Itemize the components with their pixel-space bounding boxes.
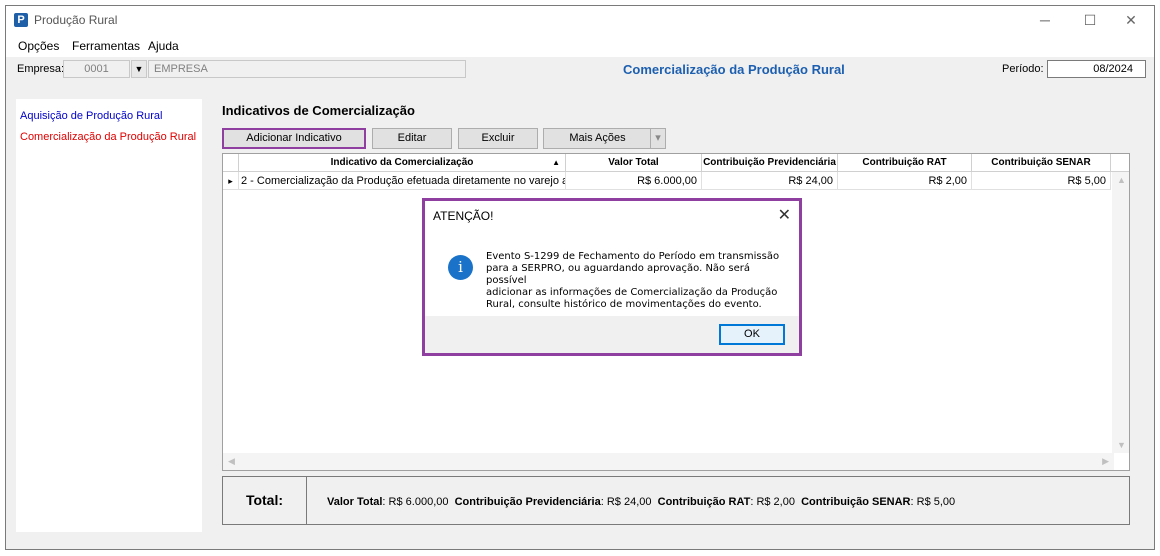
ok-button[interactable]: OK: [719, 324, 785, 345]
title-bar: P Produção Rural ─ ☐ ✕: [6, 6, 1154, 35]
column-indicativo-label: Indicativo da Comercialização: [330, 157, 474, 168]
scroll-down-icon[interactable]: ▼: [1117, 440, 1126, 450]
info-icon: i: [448, 255, 473, 280]
dialog-footer: OK: [425, 316, 799, 353]
chevron-down-icon[interactable]: ▼: [131, 60, 147, 78]
sidebar-item-aquisicao[interactable]: Aquisição de Produção Rural: [20, 110, 162, 122]
sidebar: Aquisição de Produção Rural Comercializa…: [16, 99, 202, 532]
maximize-button[interactable]: ☐: [1075, 10, 1105, 30]
column-contribuicao-rat[interactable]: Contribuição RAT: [838, 154, 972, 172]
cell-indicativo[interactable]: 2 - Comercialização da Produção efetuada…: [239, 172, 566, 190]
totals-rat-label: Contribuição RAT: [657, 496, 751, 508]
table-header: Indicativo da Comercialização ▲ Valor To…: [223, 154, 1129, 172]
cell-contribuicao-senar[interactable]: R$ 5,00: [972, 172, 1111, 190]
totals-panel: Total: Valor Total: R$ 6.000,00 Contribu…: [222, 476, 1130, 525]
dialog-message-line: adicionar as informações de Comercializa…: [486, 287, 778, 298]
page-title: Comercialização da Produção Rural: [623, 62, 845, 77]
sort-asc-icon: ▲: [552, 158, 560, 167]
dialog-message: Evento S-1299 de Fechamento do Período e…: [486, 251, 786, 311]
totals-prev-value: R$ 24,00: [606, 496, 652, 508]
scroll-up-icon[interactable]: ▲: [1117, 175, 1126, 185]
table-row[interactable]: ▸ 2 - Comercialização da Produção efetua…: [223, 172, 1129, 190]
cell-contribuicao-previdenciaria[interactable]: R$ 24,00: [702, 172, 838, 190]
row-marker-icon: ▸: [223, 172, 239, 190]
menu-bar: Opções Ferramentas Ajuda: [6, 35, 1154, 57]
periodo-field[interactable]: 08/2024: [1047, 60, 1146, 78]
totals-rat-value: R$ 2,00: [756, 496, 795, 508]
empresa-code-field[interactable]: 0001: [63, 60, 130, 78]
dialog-close-icon[interactable]: ✕: [778, 205, 791, 225]
window-title: Produção Rural: [34, 13, 118, 27]
close-button[interactable]: ✕: [1116, 10, 1146, 30]
empresa-name-field: EMPRESA: [148, 60, 466, 78]
attention-dialog: ATENÇÃO! ✕ i Evento S-1299 de Fechamento…: [422, 198, 802, 356]
cell-valor-total[interactable]: R$ 6.000,00: [566, 172, 702, 190]
sidebar-item-comercializacao[interactable]: Comercialização da Produção Rural: [20, 131, 196, 143]
vertical-scrollbar[interactable]: ▲ ▼: [1112, 172, 1129, 453]
more-actions-chevron-icon[interactable]: ▾: [650, 128, 666, 149]
menu-ferramentas[interactable]: Ferramentas: [72, 39, 140, 53]
column-indicativo[interactable]: Indicativo da Comercialização ▲: [239, 154, 566, 172]
add-indicativo-button[interactable]: Adicionar Indicativo: [222, 128, 366, 149]
totals-prev-label: Contribuição Previdenciária: [454, 496, 601, 508]
minimize-button[interactable]: ─: [1030, 10, 1060, 30]
empresa-label: Empresa:: [17, 63, 65, 75]
more-actions-button[interactable]: Mais Ações: [543, 128, 651, 149]
edit-button[interactable]: Editar: [372, 128, 452, 149]
totals-senar-value: R$ 5,00: [916, 496, 956, 508]
dialog-message-line: Rural, consulte histórico de movimentaçõ…: [486, 299, 762, 310]
column-contribuicao-senar[interactable]: Contribuição SENAR: [972, 154, 1111, 172]
section-title: Indicativos de Comercialização: [222, 103, 415, 118]
column-contribuicao-previdenciaria[interactable]: Contribuição Previdenciária: [702, 154, 838, 172]
totals-senar-label: Contribuição SENAR: [801, 496, 911, 508]
menu-ajuda[interactable]: Ajuda: [148, 39, 179, 53]
scroll-right-icon[interactable]: ▶: [1102, 456, 1109, 467]
header-spacer: [223, 154, 239, 172]
dialog-message-line: Evento S-1299 de Fechamento do Período e…: [486, 251, 780, 262]
totals-valor-label: Valor Total: [327, 496, 383, 508]
totals-summary: Valor Total: R$ 6.000,00 Contribuição Pr…: [327, 496, 956, 508]
delete-button[interactable]: Excluir: [458, 128, 538, 149]
column-valor-total[interactable]: Valor Total: [566, 154, 702, 172]
totals-valor-value: R$ 6.000,00: [388, 496, 449, 508]
dialog-title: ATENÇÃO!: [433, 209, 494, 223]
menu-opcoes[interactable]: Opções: [18, 39, 59, 53]
totals-label: Total:: [223, 477, 307, 524]
dialog-message-line: para a SERPRO, ou aguardando aprovação. …: [486, 263, 750, 286]
horizontal-scrollbar[interactable]: ◀ ▶: [223, 453, 1114, 470]
app-logo-icon: P: [14, 13, 28, 27]
scroll-left-icon[interactable]: ◀: [228, 456, 235, 467]
empresa-row: Empresa: 0001 ▼ EMPRESA Comercialização …: [6, 57, 1154, 85]
periodo-label: Período:: [1002, 63, 1044, 75]
cell-contribuicao-rat[interactable]: R$ 2,00: [838, 172, 972, 190]
